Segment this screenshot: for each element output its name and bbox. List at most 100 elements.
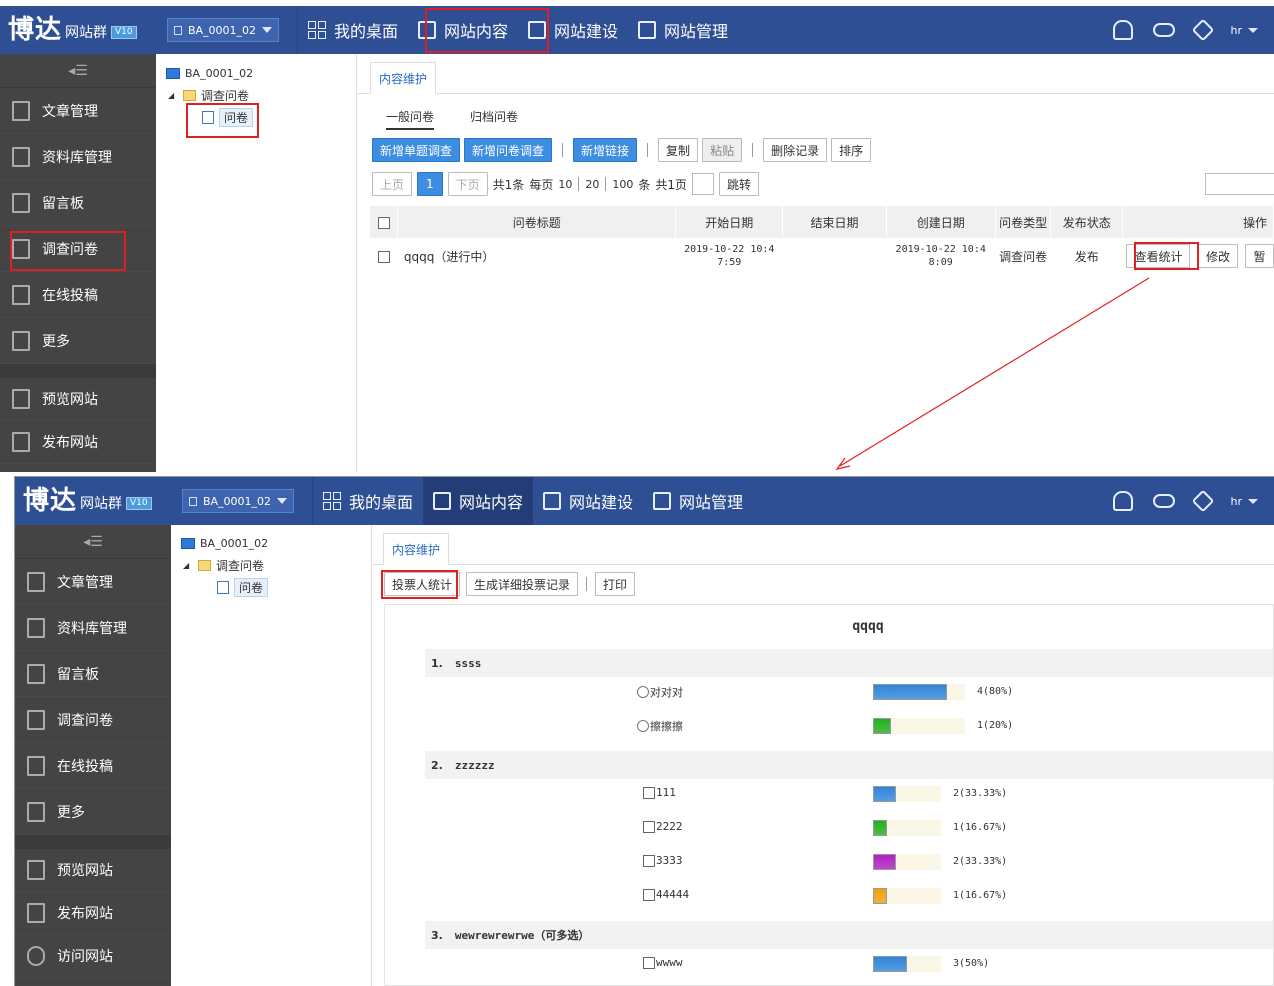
- bell-icon[interactable]: [1112, 20, 1133, 40]
- page-1-button[interactable]: 1: [417, 172, 443, 196]
- sidebar-item-more[interactable]: 更多: [15, 789, 171, 835]
- user-name: hr: [1230, 23, 1243, 37]
- highlight-tree-leaf: [186, 103, 259, 138]
- tab-content-maintain[interactable]: 内容维护: [370, 62, 437, 94]
- bell-icon[interactable]: [1112, 491, 1133, 511]
- collapse-icon[interactable]: ◂☰: [0, 54, 156, 88]
- user-menu[interactable]: hr: [1230, 23, 1258, 37]
- pause-button[interactable]: 暂: [1245, 244, 1274, 268]
- checkbox-icon: [643, 820, 655, 833]
- sidebar-item-library[interactable]: 资料库管理: [15, 605, 171, 651]
- add-link-button[interactable]: 新增链接: [573, 138, 638, 162]
- subtab-general[interactable]: 一般问卷: [386, 108, 435, 130]
- delete-records-button[interactable]: 删除记录: [763, 138, 828, 162]
- print-button[interactable]: 打印: [595, 572, 636, 596]
- highlight-nav-content: [425, 8, 549, 53]
- row-checkbox[interactable]: [377, 250, 390, 263]
- sidebar-item-articles[interactable]: 文章管理: [15, 559, 171, 605]
- tab-content-maintain[interactable]: 内容维护: [383, 533, 450, 565]
- nav-manage[interactable]: 网站管理: [628, 6, 738, 54]
- col-created-date[interactable]: 创建日期: [886, 206, 996, 238]
- subtab-archived[interactable]: 归档问卷: [470, 108, 518, 130]
- page-size-100[interactable]: 100: [612, 178, 633, 191]
- row-select-cell: [370, 238, 398, 274]
- monitor-gear-icon: [653, 492, 672, 510]
- site-selector[interactable]: BA_0001_02: [182, 489, 294, 513]
- paste-button[interactable]: 粘贴: [702, 138, 743, 162]
- sidebar-item-library[interactable]: 资料库管理: [0, 134, 156, 180]
- vote-bar-track: [873, 888, 941, 904]
- sidebar-item-submission[interactable]: 在线投稿: [15, 743, 171, 789]
- col-status[interactable]: 发布状态: [1050, 206, 1123, 238]
- nav-label: 网站管理: [664, 22, 729, 41]
- edit-button[interactable]: 修改: [1197, 244, 1238, 268]
- sidebar-item-preview[interactable]: 预览网站: [0, 378, 156, 421]
- sidebar-item-label: 文章管理: [57, 574, 113, 591]
- sidebar-item-survey[interactable]: 调查问卷: [15, 697, 171, 743]
- user-menu[interactable]: hr: [1231, 495, 1258, 508]
- sidebar-item-guestbook[interactable]: 留言板: [15, 651, 171, 697]
- add-single-survey-button[interactable]: 新增单题调查: [372, 138, 461, 162]
- nav-content[interactable]: 网站内容: [423, 477, 534, 525]
- sidebar-item-guestbook[interactable]: 留言板: [0, 180, 156, 226]
- collapse-icon[interactable]: ◂☰: [15, 525, 171, 559]
- bottom-sidebar: ◂☰ 文章管理 资料库管理 留言板 调查问卷 在线投稿 更多 预览网站 发布网站…: [15, 525, 171, 986]
- option-text: 111: [656, 786, 676, 799]
- tree-node-survey[interactable]: 问卷: [181, 576, 371, 598]
- sidebar-item-label: 调查问卷: [57, 712, 113, 729]
- generate-vote-records-button[interactable]: 生成详细投票记录: [466, 572, 579, 596]
- sidebar-item-articles[interactable]: 文章管理: [0, 88, 156, 134]
- expand-icon[interactable]: ◢: [168, 91, 178, 100]
- publish-icon: [27, 903, 45, 923]
- nav-desktop[interactable]: 我的桌面: [298, 6, 408, 54]
- cloud-icon[interactable]: [1152, 23, 1175, 37]
- nav-desktop[interactable]: 我的桌面: [313, 477, 423, 525]
- tree-node-root[interactable]: BA_0001_02: [166, 62, 356, 84]
- sort-button[interactable]: 排序: [831, 138, 872, 162]
- version-badge: V10: [126, 497, 152, 510]
- theme-icon[interactable]: [1191, 489, 1214, 513]
- divider: [562, 143, 564, 157]
- sidebar-item-more[interactable]: 更多: [0, 318, 156, 364]
- sidebar-item-submission[interactable]: 在线投稿: [0, 272, 156, 318]
- col-end-date[interactable]: 结束日期: [782, 206, 887, 238]
- sidebar-item-visit[interactable]: 访问网站: [15, 935, 171, 978]
- search-input[interactable]: [1205, 173, 1274, 195]
- col-type[interactable]: 问卷类型: [995, 206, 1052, 238]
- prev-page-button[interactable]: 上页: [372, 172, 413, 196]
- col-start-date[interactable]: 开始日期: [675, 206, 784, 238]
- logo-text: 博达: [23, 486, 78, 516]
- sidebar-item-label: 预览网站: [42, 392, 98, 408]
- jump-button[interactable]: 跳转: [718, 172, 759, 196]
- expand-icon[interactable]: ◢: [183, 561, 193, 570]
- site-selector[interactable]: BA_0001_02: [167, 18, 279, 42]
- bottom-site-tree: BA_0001_02 ◢ 调查问卷 问卷: [171, 525, 372, 986]
- tree-node-survey-folder[interactable]: ◢ 调查问卷: [181, 554, 371, 576]
- select-all-checkbox[interactable]: [377, 216, 390, 229]
- next-page-button[interactable]: 下页: [447, 172, 488, 196]
- page-size-10[interactable]: 10: [558, 178, 572, 191]
- date-line: 2019-10-22 10:4: [895, 244, 986, 255]
- jump-page-input[interactable]: [691, 173, 714, 195]
- col-title[interactable]: 问卷标题: [397, 206, 677, 238]
- sidebar-item-publish[interactable]: 发布网站: [15, 892, 171, 935]
- add-questionnaire-button[interactable]: 新增问卷调查: [464, 138, 553, 162]
- sidebar-item-label: 留言板: [42, 195, 84, 212]
- sidebar-item-publish[interactable]: 发布网站: [0, 421, 156, 464]
- theme-icon[interactable]: [1191, 18, 1214, 42]
- cloud-icon[interactable]: [1152, 494, 1175, 508]
- tree-node-root[interactable]: BA_0001_02: [181, 532, 371, 554]
- nav-manage[interactable]: 网站管理: [643, 477, 753, 525]
- sidebar-item-preview[interactable]: 预览网站: [15, 849, 171, 892]
- publish-icon: [12, 432, 30, 452]
- sidebar-gap: [0, 364, 156, 378]
- monitor-icon: [166, 67, 180, 79]
- copy-button[interactable]: 复制: [658, 138, 699, 162]
- vote-count: 1(16.67%): [953, 822, 1008, 833]
- nav-build[interactable]: 网站建设: [533, 477, 643, 525]
- more-icon: [27, 801, 45, 822]
- row-title[interactable]: qqqq（进行中）: [398, 238, 676, 274]
- page-size-20[interactable]: 20: [585, 178, 599, 191]
- more-icon: [12, 330, 30, 351]
- grid-icon: [323, 492, 341, 510]
